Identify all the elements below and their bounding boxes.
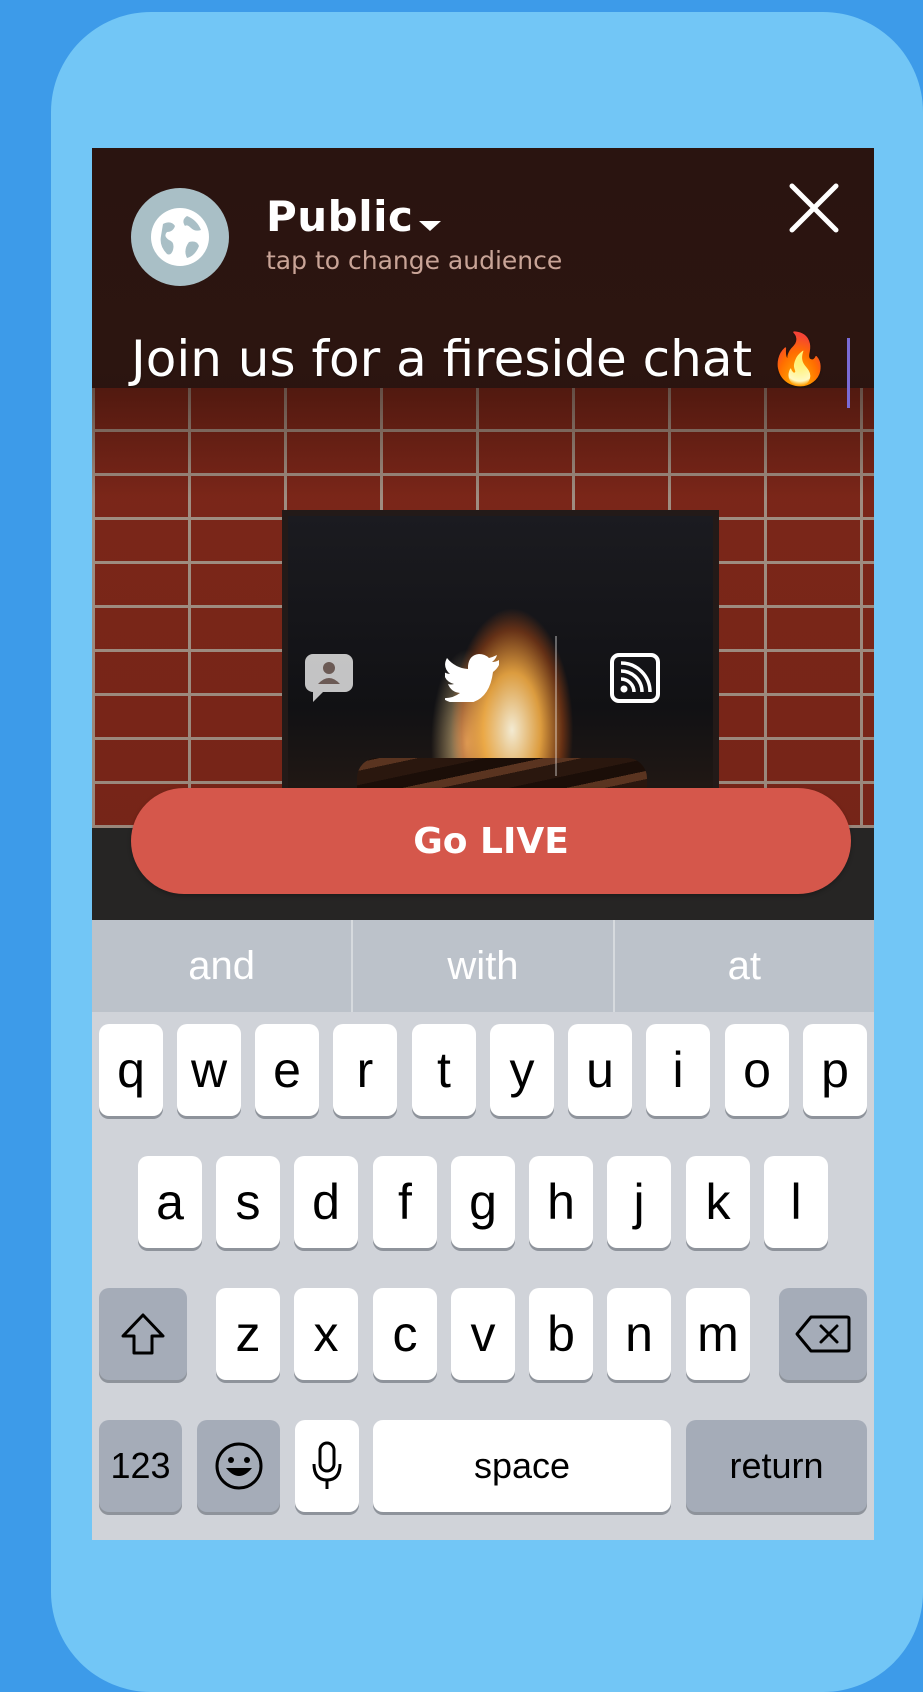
suggestion[interactable]: with	[353, 920, 612, 1012]
key-z[interactable]: z	[216, 1288, 280, 1380]
cast-icon	[610, 653, 660, 703]
key-t[interactable]: t	[412, 1024, 476, 1116]
predictive-text-bar: and with at	[92, 920, 874, 1012]
return-key[interactable]: return	[686, 1420, 867, 1512]
key-e[interactable]: e	[255, 1024, 319, 1116]
key-h[interactable]: h	[529, 1156, 593, 1248]
key-y[interactable]: y	[490, 1024, 554, 1116]
shift-icon	[121, 1313, 165, 1355]
key-u[interactable]: u	[568, 1024, 632, 1116]
key-w[interactable]: w	[177, 1024, 241, 1116]
key-g[interactable]: g	[451, 1156, 515, 1248]
key-k[interactable]: k	[686, 1156, 750, 1248]
private-share-button[interactable]	[299, 648, 359, 708]
emoji-icon	[215, 1442, 262, 1490]
app-screen: Public tap to change audience Join us fo…	[92, 148, 874, 1540]
camera-preview: Public tap to change audience Join us fo…	[92, 148, 874, 920]
globe-icon	[151, 208, 209, 266]
emoji-key[interactable]	[197, 1420, 280, 1512]
twitter-share-button[interactable]	[443, 648, 503, 708]
delete-key[interactable]	[779, 1288, 867, 1380]
microphone-icon	[312, 1441, 342, 1489]
key-f[interactable]: f	[373, 1156, 437, 1248]
key-q[interactable]: q	[99, 1024, 163, 1116]
cast-share-button[interactable]	[605, 648, 665, 708]
key-b[interactable]: b	[529, 1288, 593, 1380]
close-button[interactable]	[782, 176, 846, 240]
audience-button[interactable]	[131, 188, 229, 286]
text-cursor	[847, 338, 850, 408]
key-v[interactable]: v	[451, 1288, 515, 1380]
key-a[interactable]: a	[138, 1156, 202, 1248]
private-chat-icon	[305, 654, 353, 702]
audience-title[interactable]: Public	[266, 192, 413, 241]
close-icon	[789, 183, 839, 233]
microphone-key[interactable]	[295, 1420, 359, 1512]
suggestion[interactable]: and	[92, 920, 351, 1012]
key-p[interactable]: p	[803, 1024, 867, 1116]
shift-key[interactable]	[99, 1288, 187, 1380]
go-live-button[interactable]: Go LIVE	[131, 788, 851, 894]
key-s[interactable]: s	[216, 1156, 280, 1248]
suggestion[interactable]: at	[615, 920, 874, 1012]
key-n[interactable]: n	[607, 1288, 671, 1380]
key-j[interactable]: j	[607, 1156, 671, 1248]
key-o[interactable]: o	[725, 1024, 789, 1116]
numbers-key[interactable]: 123	[99, 1420, 182, 1512]
key-c[interactable]: c	[373, 1288, 437, 1380]
key-m[interactable]: m	[686, 1288, 750, 1380]
key-d[interactable]: d	[294, 1156, 358, 1248]
keyboard: q w e r t y u i o p a s d f g h j k l z …	[92, 1012, 874, 1540]
broadcast-title-input[interactable]: Join us for a fireside chat 🔥	[131, 330, 871, 389]
share-options	[92, 636, 874, 776]
key-r[interactable]: r	[333, 1024, 397, 1116]
key-i[interactable]: i	[646, 1024, 710, 1116]
space-key[interactable]: space	[373, 1420, 671, 1512]
audience-subtitle[interactable]: tap to change audience	[266, 246, 562, 275]
key-x[interactable]: x	[294, 1288, 358, 1380]
twitter-bird-icon	[445, 654, 499, 702]
chevron-down-icon[interactable]	[419, 221, 441, 231]
backspace-icon	[795, 1315, 851, 1353]
key-l[interactable]: l	[764, 1156, 828, 1248]
